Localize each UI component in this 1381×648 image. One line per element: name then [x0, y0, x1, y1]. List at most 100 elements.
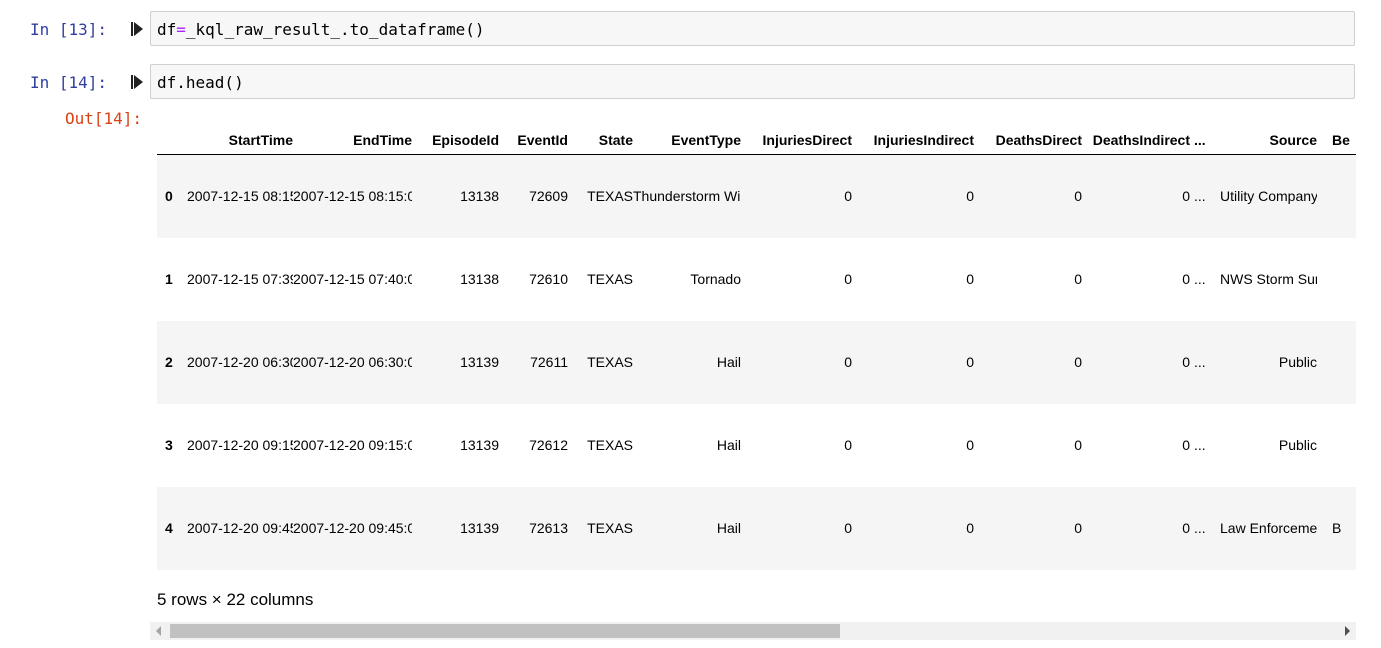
table-cell: 2007-12-15 08:15:00+00:00	[293, 187, 412, 204]
table-cell: 0	[966, 353, 974, 370]
table-cell: 0	[966, 519, 974, 536]
table-cell: 0	[966, 187, 974, 204]
table-cell: 0	[1074, 353, 1082, 370]
column-header: Be	[1317, 126, 1356, 155]
table-cell: TEXAS	[587, 187, 633, 204]
column-header: State	[568, 126, 633, 155]
table-cell: 13139	[460, 519, 499, 536]
table-cell: 13139	[460, 353, 499, 370]
table-cell: 0	[844, 519, 852, 536]
table-cell: 72613	[529, 519, 568, 536]
column-header-ellipsis: ...	[1190, 126, 1220, 155]
index-header	[157, 126, 187, 155]
table-cell	[1317, 155, 1356, 238]
table-cell: TEXAS	[587, 519, 633, 536]
output-prompt: Out[14]:	[65, 109, 143, 128]
run-cell-icon[interactable]	[130, 74, 144, 90]
column-header: InjuriesIndirect	[852, 126, 974, 155]
table-cell: 72609	[529, 187, 568, 204]
table-cell: 2007-12-15 07:40:00+00:00	[293, 270, 412, 287]
cell-14-prompt: In [14]:	[30, 73, 108, 92]
table-cell: Tornado	[690, 270, 741, 287]
table-cell	[1317, 321, 1356, 404]
code-expression: _kql_raw_result_.to_dataframe()	[185, 20, 485, 39]
table-cell: Hail	[716, 353, 741, 370]
table-cell: ...	[1194, 187, 1206, 204]
scroll-right-arrow-icon[interactable]	[1345, 626, 1350, 636]
table-cell: 72612	[529, 436, 568, 453]
row-index: 1	[165, 270, 173, 287]
table-cell: 2007-12-15 07:39:00+00:00	[187, 270, 293, 287]
cell-14-code-input[interactable]: df.head()	[150, 64, 1355, 99]
table-body: 0 2007-12-15 08:15:00+00:002007-12-15 08:…	[157, 154, 1356, 570]
scroll-left-arrow-icon[interactable]	[156, 626, 161, 636]
column-header: Source	[1220, 126, 1317, 155]
table-cell: 2007-12-20 09:45:00+00:00	[187, 519, 293, 536]
table-cell: 0	[844, 353, 852, 370]
table-cell: ...	[1194, 436, 1206, 453]
table-cell: 0	[1074, 187, 1082, 204]
code-text: df.head()	[157, 73, 244, 92]
row-index: 2	[165, 353, 173, 370]
table-cell: Thunderstorm Wind	[633, 187, 741, 204]
code-operator: =	[176, 20, 186, 39]
table-cell: Public	[1278, 436, 1317, 453]
table-row: 3 2007-12-20 09:15:00+00:002007-12-20 09:…	[157, 404, 1356, 487]
table-cell: 0	[1074, 270, 1082, 287]
table-cell: 2007-12-20 06:30:00+00:00	[187, 353, 293, 370]
dataframe-output: StartTime EndTime EpisodeId EventId State Eve…	[157, 126, 1356, 572]
table-cell: 0	[844, 187, 852, 204]
horizontal-scrollbar[interactable]	[150, 622, 1356, 640]
table-cell: Utility Company	[1220, 187, 1317, 204]
table-cell: Hail	[716, 436, 741, 453]
row-index: 0	[165, 187, 173, 204]
dataframe-table: StartTime EndTime EpisodeId EventId State Eve…	[157, 126, 1356, 570]
table-cell: 0	[1182, 353, 1190, 370]
table-cell: TEXAS	[587, 353, 633, 370]
run-cell-icon[interactable]	[130, 21, 144, 37]
table-cell: 0	[1074, 436, 1082, 453]
row-index: 3	[165, 436, 173, 453]
table-row: 4 2007-12-20 09:45:00+00:002007-12-20 09:…	[157, 486, 1356, 570]
scrollbar-thumb[interactable]	[170, 624, 840, 638]
table-cell: 0	[1182, 270, 1190, 287]
table-cell: 0	[844, 436, 852, 453]
table-cell: TEXAS	[587, 270, 633, 287]
table-cell: 0	[1182, 187, 1190, 204]
column-header: EndTime	[293, 126, 412, 155]
table-cell	[1317, 404, 1356, 487]
table-cell: 0	[1074, 519, 1082, 536]
column-header: EventType	[633, 126, 741, 155]
table-cell: 2007-12-15 08:15:00+00:00	[187, 187, 293, 204]
cell-13-code-input[interactable]: df=_kql_raw_result_.to_dataframe()	[150, 11, 1355, 46]
cell-13-prompt: In [13]:	[30, 20, 108, 39]
table-cell: 0	[966, 436, 974, 453]
table-cell	[1317, 238, 1356, 321]
row-index: 4	[165, 519, 173, 536]
table-row: 1 2007-12-15 07:39:00+00:002007-12-15 07:…	[157, 238, 1356, 321]
table-cell: B	[1332, 519, 1342, 536]
table-header-row: StartTime EndTime EpisodeId EventId State Eve…	[157, 126, 1356, 155]
column-header: StartTime	[187, 126, 293, 155]
table-cell: 0	[1182, 436, 1190, 453]
table-cell: 2007-12-20 09:45:00+00:00	[293, 519, 412, 536]
table-cell: ...	[1194, 270, 1206, 287]
table-cell: Public	[1278, 353, 1317, 370]
table-cell: 0	[966, 270, 974, 287]
table-cell: NWS Storm Survey	[1220, 270, 1317, 287]
table-row: 2 2007-12-20 06:30:00+00:002007-12-20 06:…	[157, 320, 1356, 404]
column-header: EpisodeId	[412, 126, 499, 155]
column-header: DeathsDirect	[974, 126, 1082, 155]
column-header: EventId	[499, 126, 568, 155]
dataframe-summary: 5 rows × 22 columns	[157, 590, 314, 609]
table-cell: ...	[1194, 519, 1206, 536]
table-row: 0 2007-12-15 08:15:00+00:002007-12-15 08:…	[157, 154, 1356, 238]
table-cell: 2007-12-20 09:15:00+00:00	[293, 436, 412, 453]
table-cell: 13138	[460, 187, 499, 204]
table-cell: ...	[1194, 353, 1206, 370]
table-cell: 0	[844, 270, 852, 287]
table-cell: 13139	[460, 436, 499, 453]
table-cell: 13138	[460, 270, 499, 287]
table-cell: TEXAS	[587, 436, 633, 453]
column-header: InjuriesDirect	[741, 126, 852, 155]
